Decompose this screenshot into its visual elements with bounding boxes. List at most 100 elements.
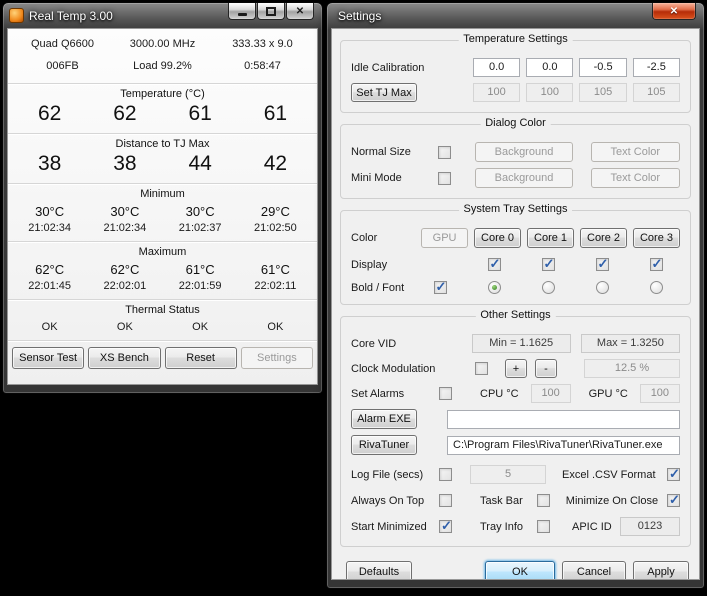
display-core1-checkbox[interactable]: [542, 258, 555, 271]
vid-max-field: Max = 1.3250: [581, 334, 680, 353]
tray-info-label: Tray Info: [480, 521, 523, 533]
display-core2-checkbox[interactable]: [596, 258, 609, 271]
reset-button[interactable]: Reset: [165, 347, 237, 369]
sensor-test-button[interactable]: Sensor Test: [12, 347, 84, 369]
other-settings-caption: Other Settings: [475, 309, 555, 321]
ok-button[interactable]: OK: [485, 561, 555, 580]
normal-background-button[interactable]: Background: [475, 142, 572, 162]
idle-calibration-field-1[interactable]: 0.0: [526, 58, 573, 77]
temperature-settings-caption: Temperature Settings: [458, 33, 573, 45]
core0-color-button[interactable]: Core 0: [474, 228, 521, 248]
tray-info-checkbox[interactable]: [537, 520, 550, 533]
font-core3-radio[interactable]: [650, 281, 663, 294]
temperature-value: 61: [238, 102, 313, 126]
group-other-settings: Other Settings Core VID Min = 1.1625 Max…: [340, 316, 691, 547]
tray-display-label: Display: [351, 259, 416, 271]
minimum-temp: 29°C: [238, 204, 313, 219]
rivatuner-path-field[interactable]: C:\Program Files\RivaTuner\RivaTuner.exe: [447, 436, 680, 455]
realtemp-app-icon: [9, 8, 24, 23]
gpu-color-button[interactable]: GPU: [421, 228, 468, 248]
minimize-on-close-checkbox[interactable]: [667, 494, 680, 507]
distance-value: 44: [163, 152, 238, 176]
maximum-time: 22:02:01: [87, 280, 162, 292]
font-core1-radio[interactable]: [542, 281, 555, 294]
set-alarms-checkbox[interactable]: [439, 387, 452, 400]
core-vid-label: Core VID: [351, 338, 472, 350]
maximum-time: 22:02:11: [238, 280, 313, 292]
cpu-info-section: Quad Q6600 3000.00 MHz 333.33 x 9.0 006F…: [8, 29, 317, 84]
minimum-temp: 30°C: [87, 204, 162, 219]
clock-modulation-checkbox[interactable]: [475, 362, 488, 375]
always-on-top-checkbox[interactable]: [439, 494, 452, 507]
maximum-temp: 62°C: [12, 262, 87, 277]
display-core0-checkbox[interactable]: [488, 258, 501, 271]
uptime-value: 0:58:47: [216, 60, 309, 72]
minimize-icon: [238, 13, 247, 16]
thermal-status-value: OK: [163, 321, 238, 333]
temperature-header: Temperature (°C): [8, 84, 317, 100]
settings-close-button[interactable]: [652, 3, 696, 20]
distance-section: Distance to TJ Max 38 38 44 42: [8, 134, 317, 184]
tj-max-field-1: 100: [526, 83, 573, 102]
close-icon: [296, 5, 304, 17]
log-file-label: Log File (secs): [351, 469, 439, 481]
temperature-value: 61: [163, 102, 238, 126]
apply-button[interactable]: Apply: [633, 561, 689, 580]
idle-calibration-field-0[interactable]: 0.0: [473, 58, 520, 77]
minimum-time: 21:02:34: [12, 222, 87, 234]
csv-format-checkbox[interactable]: [667, 468, 680, 481]
idle-calibration-field-2[interactable]: -0.5: [579, 58, 626, 77]
bold-font-checkbox[interactable]: [434, 281, 447, 294]
core2-color-button[interactable]: Core 2: [580, 228, 627, 248]
rivatuner-button[interactable]: RivaTuner: [351, 435, 417, 455]
mini-mode-checkbox[interactable]: [438, 172, 451, 185]
normal-text-color-button[interactable]: Text Color: [591, 142, 680, 162]
vid-min-field: Min = 1.1625: [472, 334, 571, 353]
group-dialog-color: Dialog Color Normal Size Background Text…: [340, 124, 691, 199]
task-bar-checkbox[interactable]: [537, 494, 550, 507]
distance-header: Distance to TJ Max: [8, 134, 317, 150]
font-core2-radio[interactable]: [596, 281, 609, 294]
defaults-button[interactable]: Defaults: [346, 561, 412, 580]
log-file-checkbox[interactable]: [439, 468, 452, 481]
tray-color-label: Color: [351, 232, 421, 244]
minimize-on-close-label: Minimize On Close: [566, 495, 658, 507]
thermal-status-section: Thermal Status OK OK OK OK: [8, 300, 317, 341]
thermal-status-value: OK: [87, 321, 162, 333]
maximize-button[interactable]: [257, 3, 285, 20]
settings-titlebar[interactable]: Settings: [331, 3, 700, 28]
close-icon: [670, 5, 678, 17]
realtemp-close-button[interactable]: [286, 3, 314, 20]
mini-text-color-button[interactable]: Text Color: [591, 168, 680, 188]
cpu-alarm-field: 100: [531, 384, 571, 403]
bold-font-label: Bold / Font: [351, 282, 416, 294]
display-core3-checkbox[interactable]: [650, 258, 663, 271]
distance-value: 38: [87, 152, 162, 176]
modulation-plus-button[interactable]: +: [505, 359, 527, 378]
start-minimized-checkbox[interactable]: [439, 520, 452, 533]
font-core0-radio[interactable]: [488, 281, 501, 294]
settings-footer: Defaults OK Cancel Apply: [332, 555, 699, 580]
realtemp-window: Real Temp 3.00 Quad Q6600 3000.00 MHz 33…: [2, 2, 323, 394]
modulation-minus-button[interactable]: -: [535, 359, 557, 378]
always-on-top-label: Always On Top: [351, 495, 439, 507]
xs-bench-button[interactable]: XS Bench: [88, 347, 160, 369]
settings-button[interactable]: Settings: [241, 347, 313, 369]
minimum-temp: 30°C: [163, 204, 238, 219]
minimize-button[interactable]: [228, 3, 256, 20]
alarm-exe-button[interactable]: Alarm EXE: [351, 409, 417, 429]
alarm-exe-path-field[interactable]: [447, 410, 680, 429]
idle-calibration-field-3[interactable]: -2.5: [633, 58, 680, 77]
core3-color-button[interactable]: Core 3: [633, 228, 680, 248]
normal-size-checkbox[interactable]: [438, 146, 451, 159]
mini-background-button[interactable]: Background: [475, 168, 572, 188]
cancel-button[interactable]: Cancel: [562, 561, 626, 580]
set-alarms-label: Set Alarms: [351, 388, 439, 400]
set-tj-max-button[interactable]: Set TJ Max: [351, 83, 417, 102]
apic-id-field: 0123: [620, 517, 680, 536]
realtemp-titlebar[interactable]: Real Temp 3.00: [7, 3, 318, 28]
gpu-alarm-field: 100: [640, 384, 680, 403]
core1-color-button[interactable]: Core 1: [527, 228, 574, 248]
maximum-temp: 61°C: [238, 262, 313, 277]
maximum-temp: 61°C: [163, 262, 238, 277]
